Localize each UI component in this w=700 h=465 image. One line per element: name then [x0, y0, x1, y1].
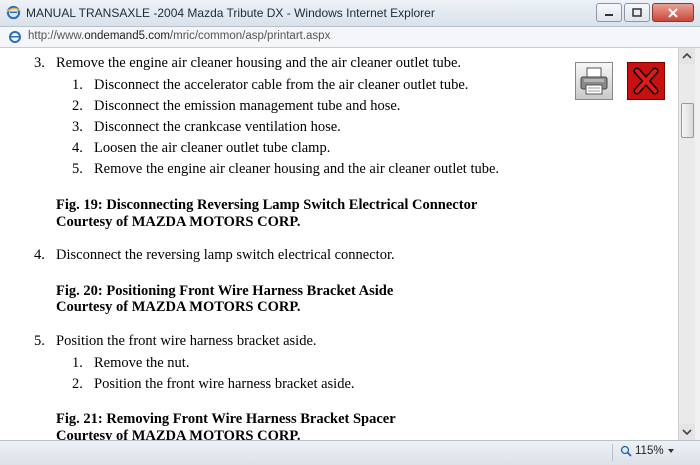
substep-text: Disconnect the emission management tube …: [94, 98, 401, 114]
print-button[interactable]: [575, 62, 613, 100]
url-prefix: http://www.: [28, 30, 85, 42]
scroll-thumb[interactable]: [681, 103, 694, 138]
substep-number: 4.: [72, 140, 83, 156]
vertical-scrollbar[interactable]: [678, 48, 695, 440]
chevron-down-icon: [667, 449, 674, 453]
page-icon: [9, 31, 21, 43]
step-number: 3.: [34, 55, 45, 71]
scroll-up-button[interactable]: [679, 48, 695, 64]
address-bar[interactable]: http://www.ondemand5.com/mric/common/asp…: [0, 27, 700, 48]
figure-caption: Fig. 19: Disconnecting Reversing Lamp Sw…: [56, 197, 478, 213]
step-text: Disconnect the reversing lamp switch ele…: [56, 247, 395, 263]
substep-text: Disconnect the accelerator cable from th…: [94, 77, 469, 93]
url-text[interactable]: http://www.ondemand5.com/mric/common/asp…: [28, 30, 330, 42]
maximize-button[interactable]: [624, 3, 650, 22]
status-divider: [612, 444, 613, 461]
close-article-button[interactable]: [627, 62, 665, 100]
substep-number: 2.: [72, 98, 83, 114]
step-text: Remove the engine air cleaner housing an…: [56, 55, 462, 71]
scroll-down-button[interactable]: [679, 424, 695, 440]
figure-caption: Fig. 21: Removing Front Wire Harness Bra…: [56, 411, 396, 427]
window-close-button[interactable]: [652, 3, 694, 22]
maximize-icon: [632, 8, 642, 17]
step-number: 5.: [34, 333, 45, 349]
figure-caption: Fig. 20: Positioning Front Wire Harness …: [56, 283, 394, 299]
substep-text: Remove the nut.: [94, 355, 190, 371]
substep-number: 2.: [72, 376, 83, 392]
minimize-icon: [605, 13, 613, 16]
page-content: 3. Remove the engine air cleaner housing…: [0, 48, 678, 440]
figure-courtesy: Courtesy of MAZDA MOTORS CORP.: [56, 299, 301, 315]
url-domain: ondemand5.com: [84, 30, 170, 42]
step-text: Position the front wire harness bracket …: [56, 333, 317, 349]
printer-icon: [580, 67, 608, 95]
zoom-control[interactable]: 115%: [620, 445, 675, 457]
url-path: /mric/common/asp/printart.aspx: [169, 30, 331, 42]
window-title: MANUAL TRANSAXLE -2004 Mazda Tribute DX …: [26, 6, 435, 20]
figure-courtesy: Courtesy of MAZDA MOTORS CORP.: [56, 428, 301, 440]
close-x-icon: [633, 67, 659, 95]
chevron-down-icon: [682, 429, 692, 436]
chevron-up-icon: [682, 52, 692, 59]
magnifier-icon: [620, 445, 632, 457]
title-bar: MANUAL TRANSAXLE -2004 Mazda Tribute DX …: [0, 0, 700, 27]
substep-text: Loosen the air cleaner outlet tube clamp…: [94, 140, 331, 156]
substep-number: 1.: [72, 355, 83, 371]
zoom-level: 115%: [635, 445, 664, 457]
substep-text: Remove the engine air cleaner housing an…: [94, 161, 500, 177]
substep-text: Disconnect the crankcase ventilation hos…: [94, 119, 341, 135]
close-icon: [668, 7, 678, 18]
step-number: 4.: [34, 247, 45, 263]
figure-courtesy: Courtesy of MAZDA MOTORS CORP.: [56, 214, 301, 230]
substep-number: 1.: [72, 77, 83, 93]
substep-text: Position the front wire harness bracket …: [94, 376, 355, 392]
substep-number: 5.: [72, 161, 83, 177]
minimize-button[interactable]: [596, 3, 622, 22]
ie-icon: [6, 5, 21, 20]
substep-number: 3.: [72, 119, 83, 135]
status-bar: 115%: [0, 440, 700, 465]
